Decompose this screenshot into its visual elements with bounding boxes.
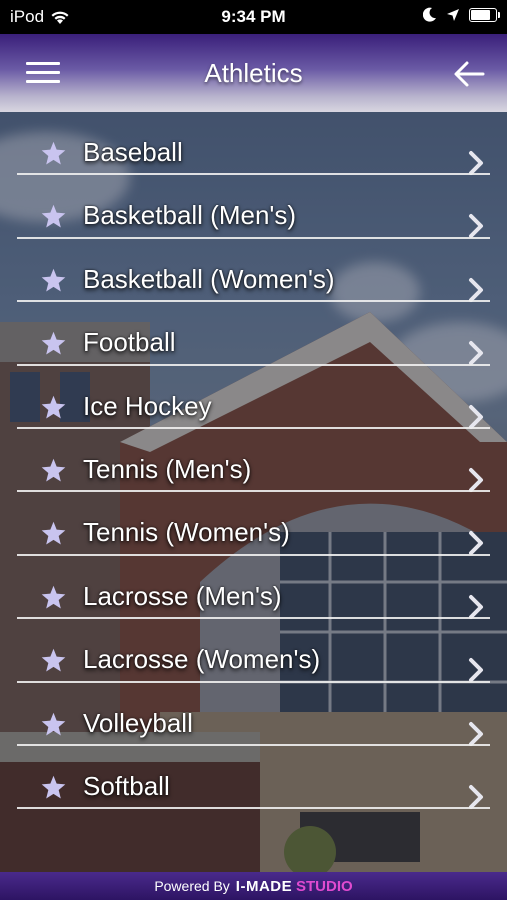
page-title: Athletics [204,58,303,88]
sport-label: Basketball (Women's) [83,263,335,294]
status-right [423,7,500,22]
star-icon [41,268,66,292]
star-icon [41,331,66,355]
sport-list-item[interactable]: Lacrosse (Women's) [0,619,507,683]
star-icon [41,775,66,799]
sport-list: Baseball Basketball (Men's) Basketball (Wo… [0,112,507,810]
sport-list-item[interactable]: Tennis (Women's) [0,492,507,556]
sport-label: Lacrosse (Men's) [83,580,282,611]
star-icon [41,712,66,736]
moon-icon [423,7,436,22]
battery-level [471,9,490,20]
sport-list-item[interactable]: Softball [0,746,507,810]
list-divider [17,807,490,810]
sport-label: Tennis (Women's) [83,517,290,548]
sport-list-item[interactable]: Tennis (Men's) [0,429,507,493]
sport-list-item[interactable]: Baseball [0,112,507,176]
sport-list-item[interactable]: Basketball (Women's) [0,239,507,303]
star-icon [41,648,66,672]
footer[interactable]: Powered By I-MADE STUDIO [0,872,507,900]
location-arrow-icon [447,8,459,21]
sport-label: Baseball [83,137,183,167]
sport-list-item[interactable]: Volleyball [0,683,507,746]
sport-list-item[interactable]: Football [0,302,507,366]
star-icon [41,585,66,609]
brand-name: I-MADE [235,877,293,895]
powered-by-label: Powered By [154,878,230,894]
sport-label: Tennis (Men's) [83,453,252,484]
back-button[interactable] [453,60,485,88]
star-icon [41,522,66,545]
star-icon [41,205,66,228]
sport-label: Ice Hockey [83,390,212,421]
sport-label: Volleyball [83,707,193,738]
arrow-left-icon [454,61,485,87]
star-icon [41,141,66,165]
status-bar: iPod 9:34 PM [0,0,507,34]
star-icon [41,395,66,419]
sport-label: Softball [83,770,170,801]
sport-label: Lacrosse (Women's) [83,644,321,675]
sport-label: Football [83,327,176,358]
app-header: Athletics [0,34,507,112]
battery-icon [469,7,500,22]
sport-label: Basketball (Men's) [83,200,297,231]
sport-list-item[interactable]: Ice Hockey [0,366,507,429]
sport-list-item[interactable]: Lacrosse (Men's) [0,556,507,620]
brand-accent: STUDIO [296,877,353,895]
star-icon [41,458,66,482]
sport-list-item[interactable]: Basketball (Men's) [0,175,507,239]
